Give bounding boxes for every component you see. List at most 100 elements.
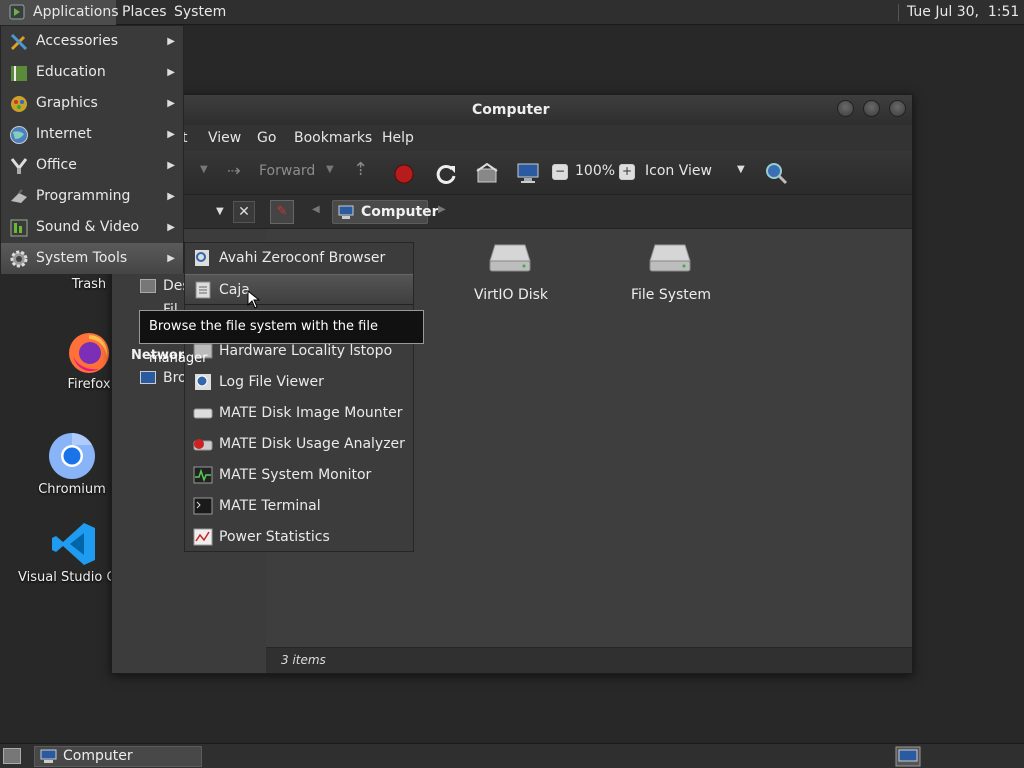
computer-icon[interactable] bbox=[517, 162, 539, 184]
sidebar-select-dropdown-icon[interactable]: ▼ bbox=[216, 206, 224, 217]
desktop-chromium[interactable]: Chromium bbox=[38, 430, 106, 500]
menu-bookmarks[interactable]: Bookmarks bbox=[294, 130, 372, 146]
file-name-filesystem: File System bbox=[630, 287, 712, 303]
menu-item-graphics[interactable]: Graphics ▶ bbox=[1, 88, 183, 119]
menu-item-label: Accessories bbox=[36, 33, 119, 49]
forward-button[interactable]: Forward bbox=[259, 163, 315, 179]
view-mode-select[interactable]: Icon View bbox=[645, 163, 712, 179]
log-viewer-icon bbox=[195, 374, 211, 390]
menu-go[interactable]: Go bbox=[257, 130, 276, 146]
menu-item-internet[interactable]: Internet ▶ bbox=[1, 119, 183, 150]
menu-item-sound-video[interactable]: Sound & Video ▶ bbox=[1, 212, 183, 243]
path-right-arrow-icon[interactable]: ▶ bbox=[438, 204, 446, 215]
menu-help[interactable]: Help bbox=[382, 130, 414, 146]
back-dropdown-icon[interactable]: ▼ bbox=[200, 164, 208, 175]
system-menu[interactable]: System bbox=[174, 0, 226, 25]
submenu-arrow-icon: ▶ bbox=[167, 67, 175, 78]
tooltip: Browse the file system with the file man… bbox=[139, 310, 424, 366]
desktop-chromium-label: Chromium bbox=[38, 482, 106, 497]
desktop-vscode[interactable]: Visual Studio Co bbox=[16, 520, 116, 590]
path-label: Computer bbox=[361, 204, 439, 220]
home-icon[interactable] bbox=[476, 163, 498, 183]
submenu-arrow-icon: ▶ bbox=[167, 160, 175, 171]
menu-item-disk-mounter[interactable]: MATE Disk Image Mounter bbox=[185, 398, 413, 429]
menu-item-label: Education bbox=[36, 64, 106, 80]
close-button[interactable] bbox=[889, 100, 906, 117]
path-button-computer[interactable]: Computer bbox=[332, 200, 439, 224]
up-icon[interactable]: ⇡ bbox=[353, 159, 368, 180]
menu-item-system-tools[interactable]: System Tools ▶ bbox=[1, 243, 183, 274]
menu-item-system-monitor[interactable]: MATE System Monitor bbox=[185, 460, 413, 491]
submenu-arrow-icon: ▶ bbox=[167, 222, 175, 233]
show-desktop-icon[interactable] bbox=[3, 748, 21, 764]
mate-logo-icon bbox=[9, 4, 25, 20]
status-text: 3 items bbox=[281, 653, 326, 667]
view-mode-dropdown-icon[interactable]: ▼ bbox=[737, 164, 745, 175]
menu-item-office[interactable]: Office ▶ bbox=[1, 150, 183, 181]
reload-icon[interactable] bbox=[435, 163, 457, 185]
applications-menu-button[interactable]: Applications bbox=[0, 0, 119, 25]
submenu-arrow-icon: ▶ bbox=[167, 129, 175, 140]
menu-item-caja[interactable]: Caja bbox=[185, 274, 413, 305]
computer-small-icon bbox=[40, 749, 57, 763]
stop-icon[interactable] bbox=[394, 164, 414, 184]
power-statistics-icon bbox=[193, 528, 213, 546]
accessories-icon bbox=[10, 33, 28, 51]
search-icon[interactable] bbox=[764, 161, 788, 185]
education-icon bbox=[11, 66, 27, 81]
menu-item-accessories[interactable]: Accessories ▶ bbox=[1, 26, 183, 57]
zoom-out-icon[interactable]: − bbox=[552, 164, 568, 180]
system-monitor-icon bbox=[193, 466, 213, 484]
sidebar-item-desktop-icon bbox=[140, 279, 156, 293]
system-tools-submenu: Avahi Zeroconf Browser Caja Hardware Loc… bbox=[184, 242, 414, 552]
path-left-arrow-icon[interactable]: ◀ bbox=[312, 204, 320, 215]
menu-view[interactable]: View bbox=[208, 130, 241, 146]
submenu-arrow-icon: ▶ bbox=[167, 253, 175, 264]
maximize-button[interactable] bbox=[863, 100, 880, 117]
desktop-trash-label[interactable]: Trash bbox=[62, 277, 116, 292]
panel-separator bbox=[898, 4, 899, 21]
taskbar-window-label: Computer bbox=[63, 748, 133, 764]
edit-location-icon[interactable]: ✎ bbox=[270, 200, 294, 224]
window-menubar: t View Go Bookmarks Help bbox=[112, 125, 912, 151]
file-name-virtio: VirtIO Disk bbox=[473, 287, 549, 303]
window-titlebar[interactable]: Computer bbox=[112, 95, 912, 125]
mouse-cursor-icon bbox=[247, 290, 261, 309]
zoom-in-icon[interactable]: + bbox=[619, 164, 635, 180]
file-virtio-disk[interactable]: VirtIO Disk bbox=[461, 243, 561, 303]
menu-item-label: MATE System Monitor bbox=[219, 467, 372, 483]
clock[interactable]: Tue Jul 30, 1:51 PM bbox=[907, 0, 1024, 25]
submenu-arrow-icon: ▶ bbox=[167, 36, 175, 47]
forward-dropdown-icon[interactable]: ▼ bbox=[326, 164, 334, 175]
zoom-level[interactable]: 100% bbox=[575, 163, 615, 179]
caja-icon bbox=[195, 281, 211, 299]
menu-item-log-viewer[interactable]: Log File Viewer bbox=[185, 367, 413, 398]
disk-drive-icon bbox=[489, 244, 531, 272]
menu-item-label: Office bbox=[36, 157, 77, 173]
minimize-button[interactable] bbox=[837, 100, 854, 117]
menu-item-education[interactable]: Education ▶ bbox=[1, 57, 183, 88]
internet-icon bbox=[10, 126, 28, 144]
workspace-switcher-icon[interactable] bbox=[895, 746, 921, 767]
disk-drive-icon bbox=[649, 244, 691, 272]
submenu-arrow-icon: ▶ bbox=[167, 191, 175, 202]
file-filesystem[interactable]: File System bbox=[621, 243, 721, 303]
disk-usage-icon bbox=[193, 439, 213, 451]
chromium-icon bbox=[49, 433, 95, 479]
menu-item-power-statistics[interactable]: Power Statistics bbox=[185, 522, 413, 553]
menu-item-avahi[interactable]: Avahi Zeroconf Browser bbox=[185, 243, 413, 274]
menu-item-label: Log File Viewer bbox=[219, 374, 324, 390]
bottom-panel: Computer bbox=[0, 743, 1024, 768]
disk-image-icon bbox=[193, 408, 213, 419]
menu-item-label: Avahi Zeroconf Browser bbox=[219, 250, 386, 266]
applications-label: Applications bbox=[33, 4, 119, 20]
close-sidebar-icon[interactable]: ✕ bbox=[233, 201, 255, 223]
taskbar-window-button[interactable]: Computer bbox=[34, 746, 202, 767]
menu-item-disk-usage[interactable]: MATE Disk Usage Analyzer bbox=[185, 429, 413, 460]
computer-small-icon bbox=[338, 205, 354, 219]
menu-item-terminal[interactable]: MATE Terminal bbox=[185, 491, 413, 522]
vscode-icon bbox=[52, 523, 95, 565]
places-menu[interactable]: Places bbox=[122, 0, 167, 25]
menu-item-programming[interactable]: Programming ▶ bbox=[1, 181, 183, 212]
status-bar: 3 items bbox=[266, 647, 912, 673]
